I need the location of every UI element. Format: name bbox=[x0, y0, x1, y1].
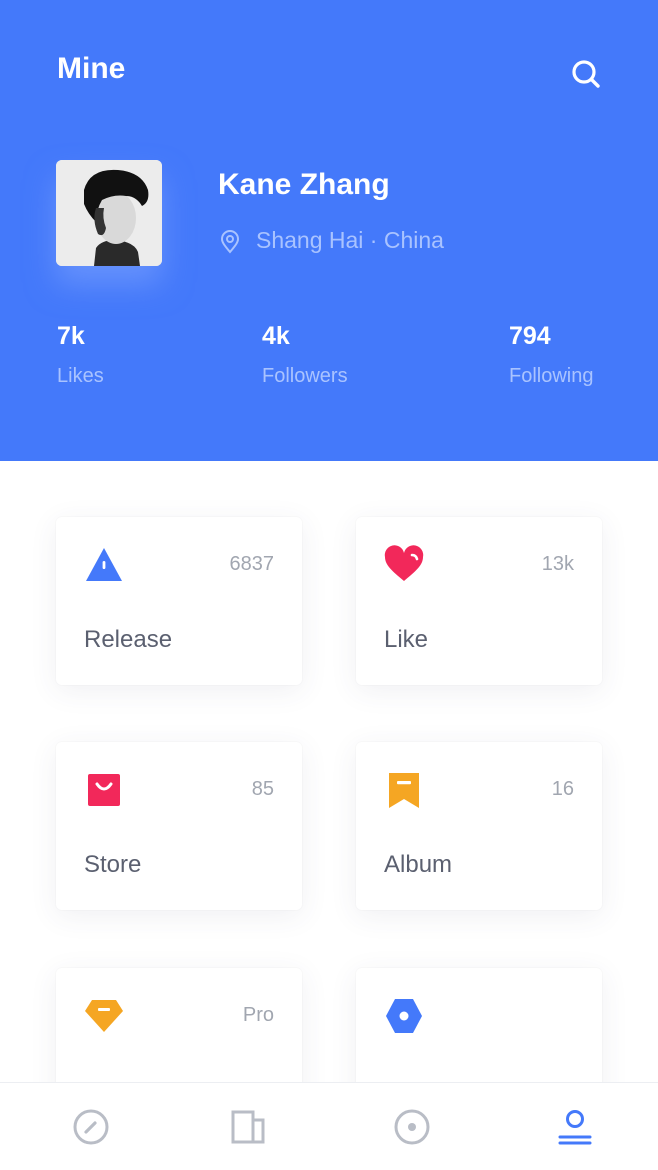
location-pin-icon bbox=[220, 230, 240, 254]
stat-value: 794 bbox=[509, 322, 551, 350]
page-title: Mine bbox=[57, 52, 126, 85]
stat-label: Likes bbox=[57, 365, 104, 387]
card-label: Release bbox=[84, 626, 173, 653]
card-label: Like bbox=[384, 626, 429, 653]
card-count: Pro bbox=[242, 1004, 274, 1026]
tab-discover[interactable] bbox=[71, 1107, 111, 1147]
profile-location: Shang Hai · China bbox=[256, 227, 444, 253]
card-store[interactable]: 85 Store bbox=[56, 742, 302, 910]
book-icon bbox=[231, 1110, 265, 1144]
search-icon bbox=[572, 60, 600, 88]
avatar-photo bbox=[56, 160, 162, 266]
stat-label: Following bbox=[509, 365, 594, 387]
stat-likes[interactable]: 7k Likes bbox=[57, 322, 104, 388]
diamond-icon bbox=[85, 1000, 123, 1032]
release-icon bbox=[86, 548, 122, 581]
stat-following[interactable]: 794 Following bbox=[509, 322, 593, 388]
stat-value: 4k bbox=[262, 322, 290, 350]
avatar[interactable] bbox=[56, 160, 162, 266]
user-icon bbox=[558, 1110, 592, 1145]
card-release[interactable]: 6837 Release bbox=[56, 517, 302, 685]
card-count: 6837 bbox=[229, 553, 275, 575]
tab-library[interactable] bbox=[228, 1107, 268, 1147]
heart-icon bbox=[384, 545, 424, 581]
profile-header: Mine Kane Zhang Shang Hai · China 7k Lik… bbox=[0, 0, 658, 461]
search-button[interactable] bbox=[568, 56, 604, 92]
card-label: Album bbox=[384, 851, 453, 878]
card-count: 13k bbox=[541, 553, 574, 575]
card-like[interactable]: 13k Like bbox=[356, 517, 602, 685]
tab-profile[interactable] bbox=[555, 1107, 595, 1147]
stat-label: Followers bbox=[262, 365, 348, 387]
stat-followers[interactable]: 4k Followers bbox=[262, 322, 348, 388]
store-bag-icon bbox=[88, 774, 120, 806]
card-album[interactable]: 16 Album bbox=[356, 742, 602, 910]
tab-music[interactable] bbox=[392, 1107, 432, 1147]
card-count: 85 bbox=[251, 778, 274, 800]
hexagon-icon bbox=[386, 999, 422, 1033]
bookmark-icon bbox=[389, 773, 419, 808]
disc-icon bbox=[394, 1109, 430, 1145]
card-count: 16 bbox=[551, 778, 574, 800]
compass-icon bbox=[73, 1109, 109, 1145]
stat-value: 7k bbox=[57, 322, 85, 350]
bottom-tab-bar bbox=[0, 1082, 658, 1170]
card-label: Store bbox=[84, 851, 142, 878]
profile-name: Kane Zhang bbox=[218, 168, 390, 201]
